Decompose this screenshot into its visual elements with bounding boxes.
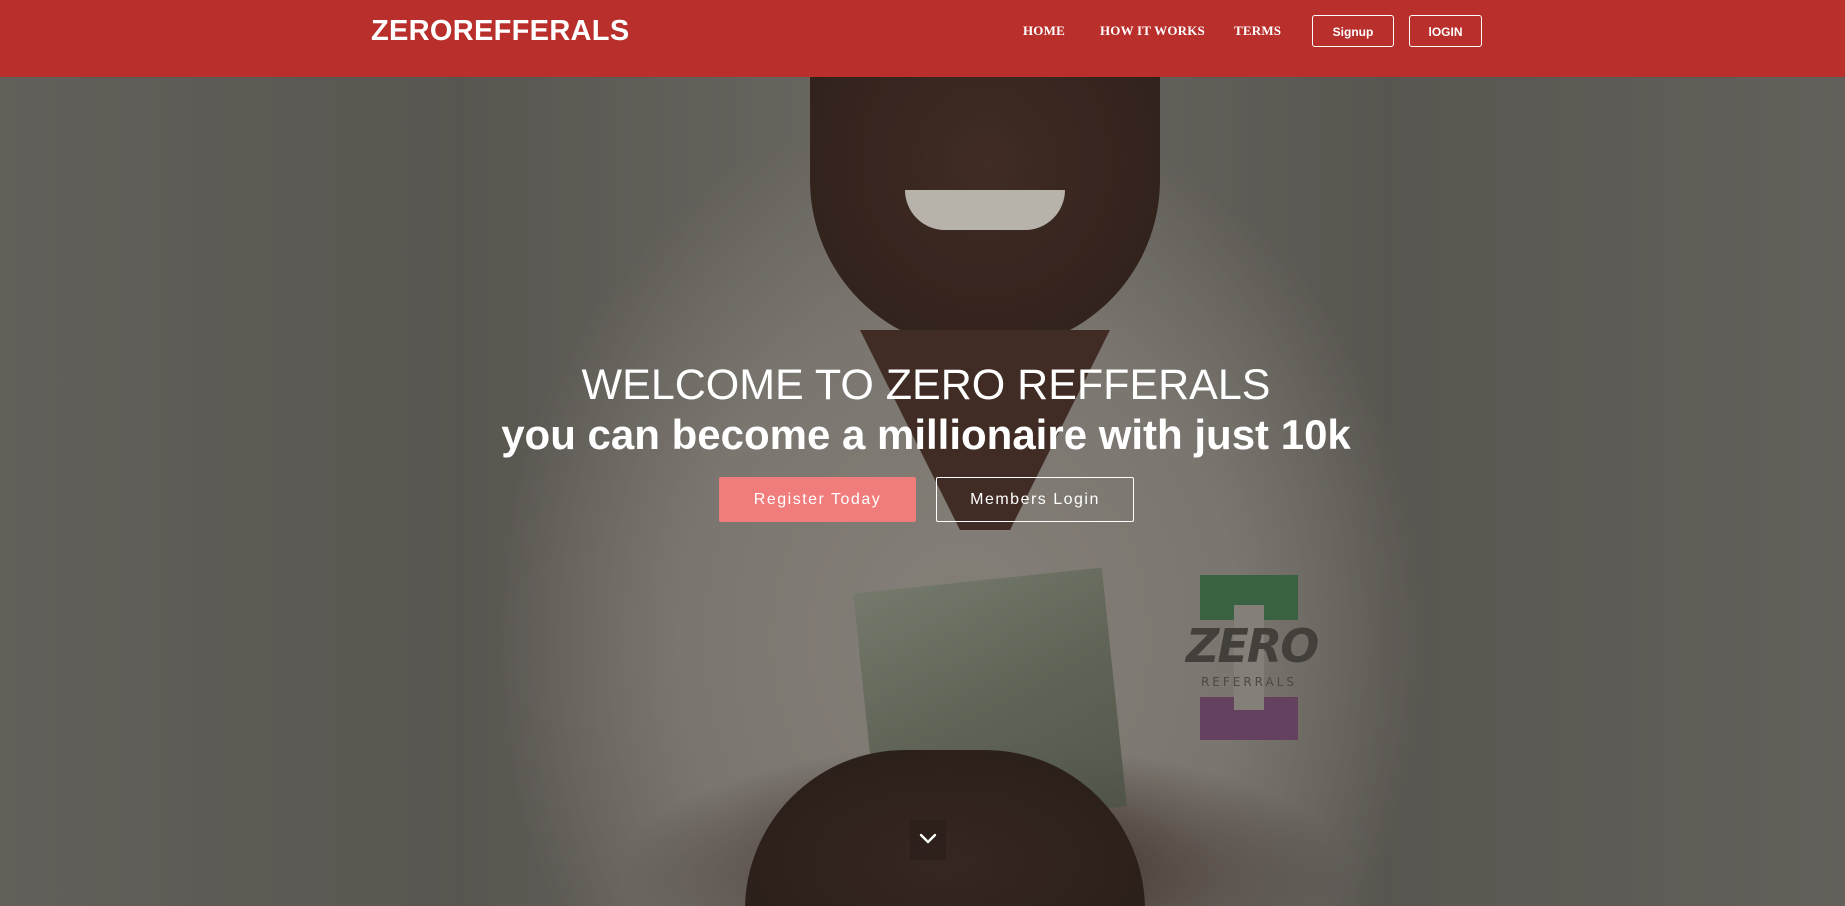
nav-link-home[interactable]: HOME bbox=[1023, 23, 1065, 39]
landing-page: ZERO REFERRALS ZEROREFFERALS HOME HOW IT… bbox=[0, 0, 1845, 906]
hero-content: WELCOME TO ZERO REFFERALS you can become… bbox=[0, 360, 1845, 460]
top-navbar: ZEROREFFERALS HOME HOW IT WORKS TERMS Si… bbox=[0, 0, 1845, 77]
nav-link-how-it-works[interactable]: HOW IT WORKS bbox=[1100, 23, 1205, 39]
nav-link-terms[interactable]: TERMS bbox=[1234, 23, 1281, 39]
signup-button[interactable]: Signup bbox=[1312, 15, 1394, 47]
members-login-button[interactable]: Members Login bbox=[936, 477, 1134, 522]
hero-title: WELCOME TO ZERO REFFERALS bbox=[581, 361, 1271, 409]
brand-logo[interactable]: ZEROREFFERALS bbox=[371, 14, 629, 48]
login-button[interactable]: lOGIN bbox=[1409, 15, 1482, 47]
register-today-button[interactable]: Register Today bbox=[719, 477, 916, 522]
chevron-down-icon[interactable] bbox=[910, 820, 946, 860]
hero-subtitle: you can become a millionaire with just 1… bbox=[501, 411, 1351, 458]
